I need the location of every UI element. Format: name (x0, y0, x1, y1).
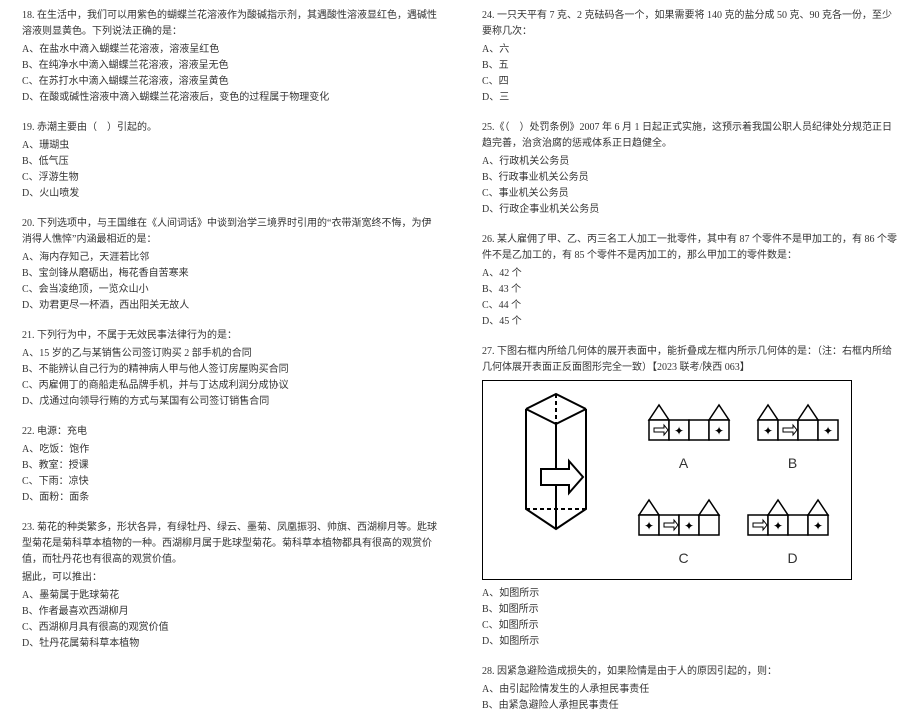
option-c: C、会当凌绝顶，一览众山小 (22, 282, 438, 298)
option-c: C、四 (482, 74, 898, 90)
question-26: 26. 某人雇佣了甲、乙、丙三名工人加工一批零件，其中有 87 个零件不是甲加工… (482, 232, 898, 330)
option-a: A、六 (482, 42, 898, 58)
option-d: D、45 个 (482, 314, 898, 330)
option-a: A、墨菊属于匙球菊花 (22, 588, 438, 604)
svg-text:✦: ✦ (812, 519, 822, 533)
option-b: B、在纯净水中滴入蝴蝶兰花溶液，溶液呈无色 (22, 58, 438, 74)
option-b: B、教室：授课 (22, 458, 438, 474)
option-a: A、15 岁的乙与某销售公司签订购买 2 部手机的合同 (22, 346, 438, 362)
net-d-icon: ✦ ✦ (743, 485, 843, 545)
option-b: B、不能辨认自己行为的精神病人甲与他人签订房屋购买合同 (22, 362, 438, 378)
net-label-a: A (679, 452, 688, 474)
question-stem-2: 据此，可以推出： (22, 570, 438, 586)
option-a: A、42 个 (482, 266, 898, 282)
option-a: A、吃饭：饱作 (22, 442, 438, 458)
option-a: A、珊瑚虫 (22, 138, 438, 154)
question-23: 23. 菊花的种类繁多，形状各异，有绿牡丹、绿云、墨菊、凤凰振羽、帅旗、西湖柳月… (22, 520, 438, 652)
option-b: B、作者最喜欢西湖柳月 (22, 604, 438, 620)
option-d: D、行政企事业机关公务员 (482, 202, 898, 218)
option-d: D、面粉：面条 (22, 490, 438, 506)
question-24: 24. 一只天平有 7 克、2 克砝码各一个，如果需要将 140 克的盐分成 5… (482, 8, 898, 106)
svg-text:✦: ✦ (673, 424, 683, 438)
svg-text:✦: ✦ (772, 519, 782, 533)
option-a: A、海内存知己，天涯若比邻 (22, 250, 438, 266)
net-option-d: ✦ ✦ D (742, 484, 843, 571)
left-column: 18. 在生活中，我们可以用紫色的蝴蝶兰花溶液作为酸碱指示剂，其遇酸性溶液显红色… (0, 8, 460, 643)
prism-solid-icon (491, 389, 621, 569)
option-d: D、在酸或碱性溶液中滴入蝴蝶兰花溶液后，变色的过程属于物理变化 (22, 90, 438, 106)
net-label-c: C (678, 547, 688, 569)
option-c: C、在苏打水中滴入蝴蝶兰花溶液，溶液呈黄色 (22, 74, 438, 90)
net-option-c: ✦ ✦ C (633, 484, 734, 571)
question-21: 21. 下列行为中，不属于无效民事法律行为的是： A、15 岁的乙与某销售公司签… (22, 328, 438, 410)
option-d: D、火山喷发 (22, 186, 438, 202)
question-22: 22. 电源：充电 A、吃饭：饱作 B、教室：授课 C、下雨：凉快 D、面粉：面… (22, 424, 438, 506)
net-a-icon: ✦ ✦ (634, 390, 734, 450)
option-c: C、下雨：凉快 (22, 474, 438, 490)
question-25: 25.《（ ）处罚条例》2007 年 6 月 1 日起正式实施，这预示着我国公职… (482, 120, 898, 218)
option-c: C、事业机关公务员 (482, 186, 898, 202)
question-stem: 27. 下图右框内所给几何体的展开表面中，能折叠成左框内所示几何体的是：（注：右… (482, 344, 898, 376)
net-label-b: B (788, 452, 797, 474)
svg-text:✦: ✦ (643, 519, 653, 533)
option-c: C、丙雇佣丁的商船走私品牌手机，并与丁达成利润分成协议 (22, 378, 438, 394)
option-b: B、五 (482, 58, 898, 74)
net-option-b: ✦ ✦ B (742, 389, 843, 476)
option-b: B、低气压 (22, 154, 438, 170)
option-d: D、劝君更尽一杯酒，西出阳关无故人 (22, 298, 438, 314)
geometry-figure: ✦ ✦ A (482, 380, 852, 580)
option-b: B、行政事业机关公务员 (482, 170, 898, 186)
question-stem: 20. 下列选项中，与王国维在《人间词话》中谈到治学三境界时引用的“衣带渐宽终不… (22, 216, 438, 248)
net-label-d: D (787, 547, 797, 569)
net-c-icon: ✦ ✦ (634, 485, 734, 545)
svg-text:✦: ✦ (762, 424, 772, 438)
right-column: 24. 一只天平有 7 克、2 克砝码各一个，如果需要将 140 克的盐分成 5… (460, 8, 920, 643)
option-c: C、44 个 (482, 298, 898, 314)
svg-text:✦: ✦ (713, 424, 723, 438)
question-stem: 21. 下列行为中，不属于无效民事法律行为的是： (22, 328, 438, 344)
question-stem: 19. 赤潮主要由（ ）引起的。 (22, 120, 438, 136)
option-b: B、宝剑锋从磨砺出，梅花香自苦寒来 (22, 266, 438, 282)
question-27: 27. 下图右框内所给几何体的展开表面中，能折叠成左框内所示几何体的是：（注：右… (482, 344, 898, 650)
net-option-a: ✦ ✦ A (633, 389, 734, 476)
net-b-icon: ✦ ✦ (743, 390, 843, 450)
option-d: D、牡丹花属菊科草本植物 (22, 636, 438, 652)
option-b: B、如图所示 (482, 602, 898, 618)
question-stem: 18. 在生活中，我们可以用紫色的蝴蝶兰花溶液作为酸碱指示剂，其遇酸性溶液显红色… (22, 8, 438, 40)
option-d: D、三 (482, 90, 898, 106)
svg-text:✦: ✦ (822, 424, 832, 438)
option-a: A、行政机关公务员 (482, 154, 898, 170)
exam-page: 18. 在生活中，我们可以用紫色的蝴蝶兰花溶液作为酸碱指示剂，其遇酸性溶液显红色… (0, 0, 920, 651)
option-a: A、在盐水中滴入蝴蝶兰花溶液，溶液呈红色 (22, 42, 438, 58)
question-stem: 28. 因紧急避险造成损失的，如果险情是由于人的原因引起的，则： (482, 664, 898, 680)
question-stem: 26. 某人雇佣了甲、乙、丙三名工人加工一批零件，其中有 87 个零件不是甲加工… (482, 232, 898, 264)
question-stem: 23. 菊花的种类繁多，形状各异，有绿牡丹、绿云、墨菊、凤凰振羽、帅旗、西湖柳月… (22, 520, 438, 568)
question-18: 18. 在生活中，我们可以用紫色的蝴蝶兰花溶液作为酸碱指示剂，其遇酸性溶液显红色… (22, 8, 438, 106)
question-28: 28. 因紧急避险造成损失的，如果险情是由于人的原因引起的，则： A、由引起险情… (482, 664, 898, 714)
question-stem: 24. 一只天平有 7 克、2 克砝码各一个，如果需要将 140 克的盐分成 5… (482, 8, 898, 40)
question-stem: 25.《（ ）处罚条例》2007 年 6 月 1 日起正式实施，这预示着我国公职… (482, 120, 898, 152)
option-c: C、浮游生物 (22, 170, 438, 186)
option-b: B、由紧急避险人承担民事责任 (482, 698, 898, 714)
svg-text:✦: ✦ (683, 519, 693, 533)
question-stem: 22. 电源：充电 (22, 424, 438, 440)
option-c: C、西湖柳月具有很高的观赏价值 (22, 620, 438, 636)
option-d: D、戊通过向领导行贿的方式与某国有公司签订销售合同 (22, 394, 438, 410)
option-a: A、如图所示 (482, 586, 898, 602)
option-b: B、43 个 (482, 282, 898, 298)
question-20: 20. 下列选项中，与王国维在《人间词话》中谈到治学三境界时引用的“衣带渐宽终不… (22, 216, 438, 314)
option-a: A、由引起险情发生的人承担民事责任 (482, 682, 898, 698)
option-c: C、如图所示 (482, 618, 898, 634)
question-19: 19. 赤潮主要由（ ）引起的。 A、珊瑚虫 B、低气压 C、浮游生物 D、火山… (22, 120, 438, 202)
option-d: D、如图所示 (482, 634, 898, 650)
